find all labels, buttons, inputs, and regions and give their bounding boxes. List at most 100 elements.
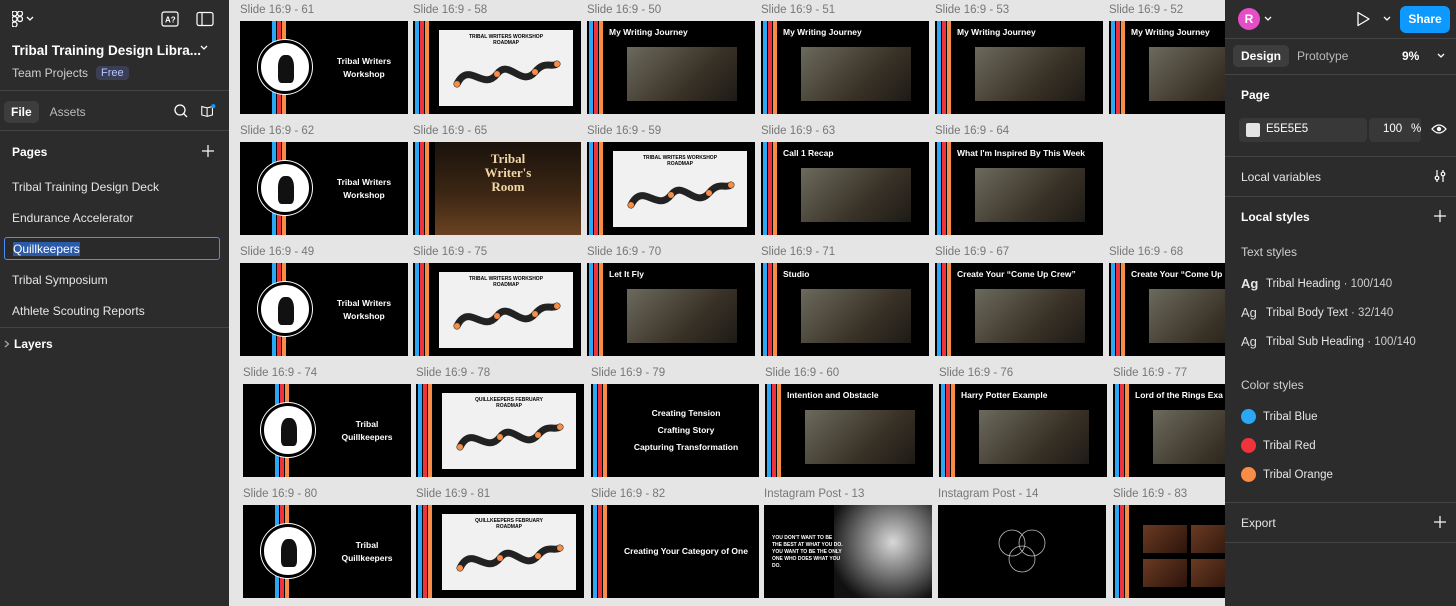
frame[interactable]: Slide 16:9 - 81 QUILLKEEPERS FEBRUARY ROAD… xyxy=(416,488,584,598)
design-canvas[interactable]: Slide 16:9 - 61 Tribal Writers Workshop Sli… xyxy=(229,0,1225,606)
slide-thumbnail[interactable]: Tribal Quillkeepers xyxy=(243,505,411,598)
slide-thumbnail[interactable]: TRIBAL WRITERS WORKSHOP ROADMAP xyxy=(587,142,755,235)
frame[interactable]: Slide 16:9 - 63 Call 1 Recap xyxy=(761,125,929,235)
frame[interactable]: Slide 16:9 - 79 Creating Tension Crafting … xyxy=(591,367,759,477)
frame-label[interactable]: Slide 16:9 - 59 xyxy=(587,125,661,137)
slide-thumbnail[interactable]: Tribal Writers Workshop xyxy=(240,142,408,235)
frame[interactable]: Slide 16:9 - 50 My Writing Journey xyxy=(587,4,755,114)
slide-thumbnail[interactable]: Intention and Obstacle xyxy=(765,384,933,477)
slide-thumbnail[interactable]: Creating Tension Crafting Story Capturing … xyxy=(591,384,759,477)
slide-thumbnail[interactable]: Harry Potter Example xyxy=(939,384,1107,477)
frame-label[interactable]: Slide 16:9 - 77 xyxy=(1113,367,1187,379)
frame[interactable]: Slide 16:9 - 49 Tribal Writers Workshop xyxy=(240,246,408,356)
frame-label[interactable]: Instagram Post - 14 xyxy=(938,488,1038,500)
slide-thumbnail[interactable]: QUILLKEEPERS FEBRUARY ROADMAP xyxy=(416,384,584,477)
text-style-item[interactable]: Ag Tribal Sub Heading · 100/140 xyxy=(1241,334,1416,349)
frame[interactable]: Slide 16:9 - 64 What I'm Inspired By This… xyxy=(935,125,1103,235)
frame-label[interactable]: Slide 16:9 - 52 xyxy=(1109,4,1183,16)
color-style-item[interactable]: Tribal Red xyxy=(1241,438,1316,453)
frame-label[interactable]: Slide 16:9 - 79 xyxy=(591,367,665,379)
frame[interactable]: Slide 16:9 - 58 TRIBAL WRITERS WORKSHOP RO… xyxy=(413,4,581,114)
page-opacity-field[interactable]: 100 % xyxy=(1369,118,1421,142)
frame-label[interactable]: Slide 16:9 - 62 xyxy=(240,125,314,137)
frame-label[interactable]: Slide 16:9 - 71 xyxy=(761,246,835,258)
frame-label[interactable]: Slide 16:9 - 53 xyxy=(935,4,1009,16)
tab-assets[interactable]: Assets xyxy=(43,101,93,123)
frame-label[interactable]: Slide 16:9 - 70 xyxy=(587,246,661,258)
frame-label[interactable]: Slide 16:9 - 61 xyxy=(240,4,314,16)
slide-thumbnail[interactable]: My Writing Journey xyxy=(761,21,929,114)
slide-thumbnail[interactable]: Tribal Writer's Room xyxy=(413,142,581,235)
frame-label[interactable]: Slide 16:9 - 50 xyxy=(587,4,661,16)
slide-thumbnail[interactable]: TRIBAL WRITERS WORKSHOP ROADMAP xyxy=(413,21,581,114)
zoom-level[interactable]: 9% xyxy=(1402,49,1419,63)
frame-label[interactable]: Slide 16:9 - 75 xyxy=(413,246,487,258)
frame-label[interactable]: Slide 16:9 - 76 xyxy=(939,367,1013,379)
color-style-item[interactable]: Tribal Orange xyxy=(1241,467,1333,482)
frame[interactable]: Slide 16:9 - 65 Tribal Writer's Room xyxy=(413,125,581,235)
sidebar-toggle-icon[interactable] xyxy=(196,11,214,27)
slide-thumbnail[interactable]: My Writing Journey xyxy=(1109,21,1225,114)
figma-menu-button[interactable] xyxy=(12,11,38,27)
chevron-down-icon[interactable] xyxy=(1383,16,1391,22)
frame[interactable]: Slide 16:9 - 52 My Writing Journey xyxy=(1109,4,1225,114)
frame-label[interactable]: Slide 16:9 - 65 xyxy=(413,125,487,137)
text-style-item[interactable]: Ag Tribal Body Text · 32/140 xyxy=(1241,305,1393,320)
frame-label[interactable]: Slide 16:9 - 67 xyxy=(935,246,1009,258)
search-icon[interactable] xyxy=(173,103,189,119)
slide-thumbnail[interactable]: Call 1 Recap xyxy=(761,142,929,235)
slide-thumbnail[interactable]: Tribal Writers Workshop xyxy=(240,21,408,114)
frame-label[interactable]: Slide 16:9 - 74 xyxy=(243,367,317,379)
slide-thumbnail[interactable]: Studio xyxy=(761,263,929,356)
page-item[interactable]: Athlete Scouting Reports xyxy=(4,300,220,323)
text-style-toggle-icon[interactable]: A? xyxy=(161,11,179,27)
avatar[interactable]: R xyxy=(1238,8,1260,30)
chevron-down-icon[interactable] xyxy=(200,45,208,51)
slide-thumbnail[interactable]: Tribal Writers Workshop xyxy=(240,263,408,356)
frame-label[interactable]: Slide 16:9 - 58 xyxy=(413,4,487,16)
frame-label[interactable]: Slide 16:9 - 78 xyxy=(416,367,490,379)
frame[interactable]: Slide 16:9 - 61 Tribal Writers Workshop xyxy=(240,4,408,114)
frame[interactable]: Slide 16:9 - 62 Tribal Writers Workshop xyxy=(240,125,408,235)
layers-section[interactable]: Layers xyxy=(4,337,53,351)
page-name-selected-text[interactable]: Quillkeepers xyxy=(13,242,80,256)
slide-thumbnail[interactable]: TRIBAL WRITERS WORKSHOP ROADMAP xyxy=(413,263,581,356)
frame[interactable]: Slide 16:9 - 75 TRIBAL WRITERS WORKSHOP RO… xyxy=(413,246,581,356)
present-play-icon[interactable] xyxy=(1355,11,1371,27)
local-variables[interactable]: Local variables xyxy=(1241,170,1321,184)
slide-thumbnail[interactable]: Let It Fly xyxy=(587,263,755,356)
frame[interactable]: Slide 16:9 - 77 Lord of the Rings Exa xyxy=(1113,367,1225,477)
slide-thumbnail[interactable]: YOU DON'T WANT TO BE THE BEST AT WHAT YOU… xyxy=(764,505,932,598)
add-style-icon[interactable] xyxy=(1433,209,1447,223)
slide-thumbnail[interactable]: Lord of the Rings Exa xyxy=(1113,384,1225,477)
slide-thumbnail[interactable]: My Writing Journey xyxy=(935,21,1103,114)
slide-thumbnail[interactable]: My Writing Journey xyxy=(587,21,755,114)
frame-label[interactable]: Slide 16:9 - 82 xyxy=(591,488,665,500)
chevron-down-icon[interactable] xyxy=(1437,53,1445,59)
frame-label[interactable]: Slide 16:9 - 81 xyxy=(416,488,490,500)
frame-label[interactable]: Slide 16:9 - 64 xyxy=(935,125,1009,137)
slide-thumbnail[interactable]: Creating Your Category of One xyxy=(591,505,759,598)
slide-thumbnail[interactable]: Create Your “Come Up xyxy=(1109,263,1225,356)
slide-thumbnail[interactable] xyxy=(1113,505,1225,598)
slide-thumbnail[interactable]: Create Your “Come Up Crew” xyxy=(935,263,1103,356)
page-color-swatch[interactable] xyxy=(1246,123,1260,137)
frame-label[interactable]: Slide 16:9 - 63 xyxy=(761,125,835,137)
slide-thumbnail[interactable]: What I'm Inspired By This Week xyxy=(935,142,1103,235)
frame[interactable]: Slide 16:9 - 83 xyxy=(1113,488,1225,598)
slide-thumbnail[interactable] xyxy=(938,505,1106,598)
frame-label[interactable]: Slide 16:9 - 60 xyxy=(765,367,839,379)
slide-thumbnail[interactable]: Tribal Quillkeepers xyxy=(243,384,411,477)
frame[interactable]: Slide 16:9 - 60 Intention and Obstacle xyxy=(765,367,933,477)
eye-icon[interactable] xyxy=(1431,123,1447,135)
frame-label[interactable]: Slide 16:9 - 83 xyxy=(1113,488,1187,500)
team-name[interactable]: Team Projects xyxy=(12,66,88,80)
frame[interactable]: Slide 16:9 - 67 Create Your “Come Up Crew… xyxy=(935,246,1103,356)
tab-prototype[interactable]: Prototype xyxy=(1289,45,1356,67)
frame-label[interactable]: Instagram Post - 13 xyxy=(764,488,864,500)
variables-settings-icon[interactable] xyxy=(1433,169,1447,183)
frame[interactable]: Slide 16:9 - 68 Create Your “Come Up xyxy=(1109,246,1225,356)
frame-label[interactable]: Slide 16:9 - 80 xyxy=(243,488,317,500)
color-style-item[interactable]: Tribal Blue xyxy=(1241,409,1318,424)
tab-file[interactable]: File xyxy=(4,101,39,123)
